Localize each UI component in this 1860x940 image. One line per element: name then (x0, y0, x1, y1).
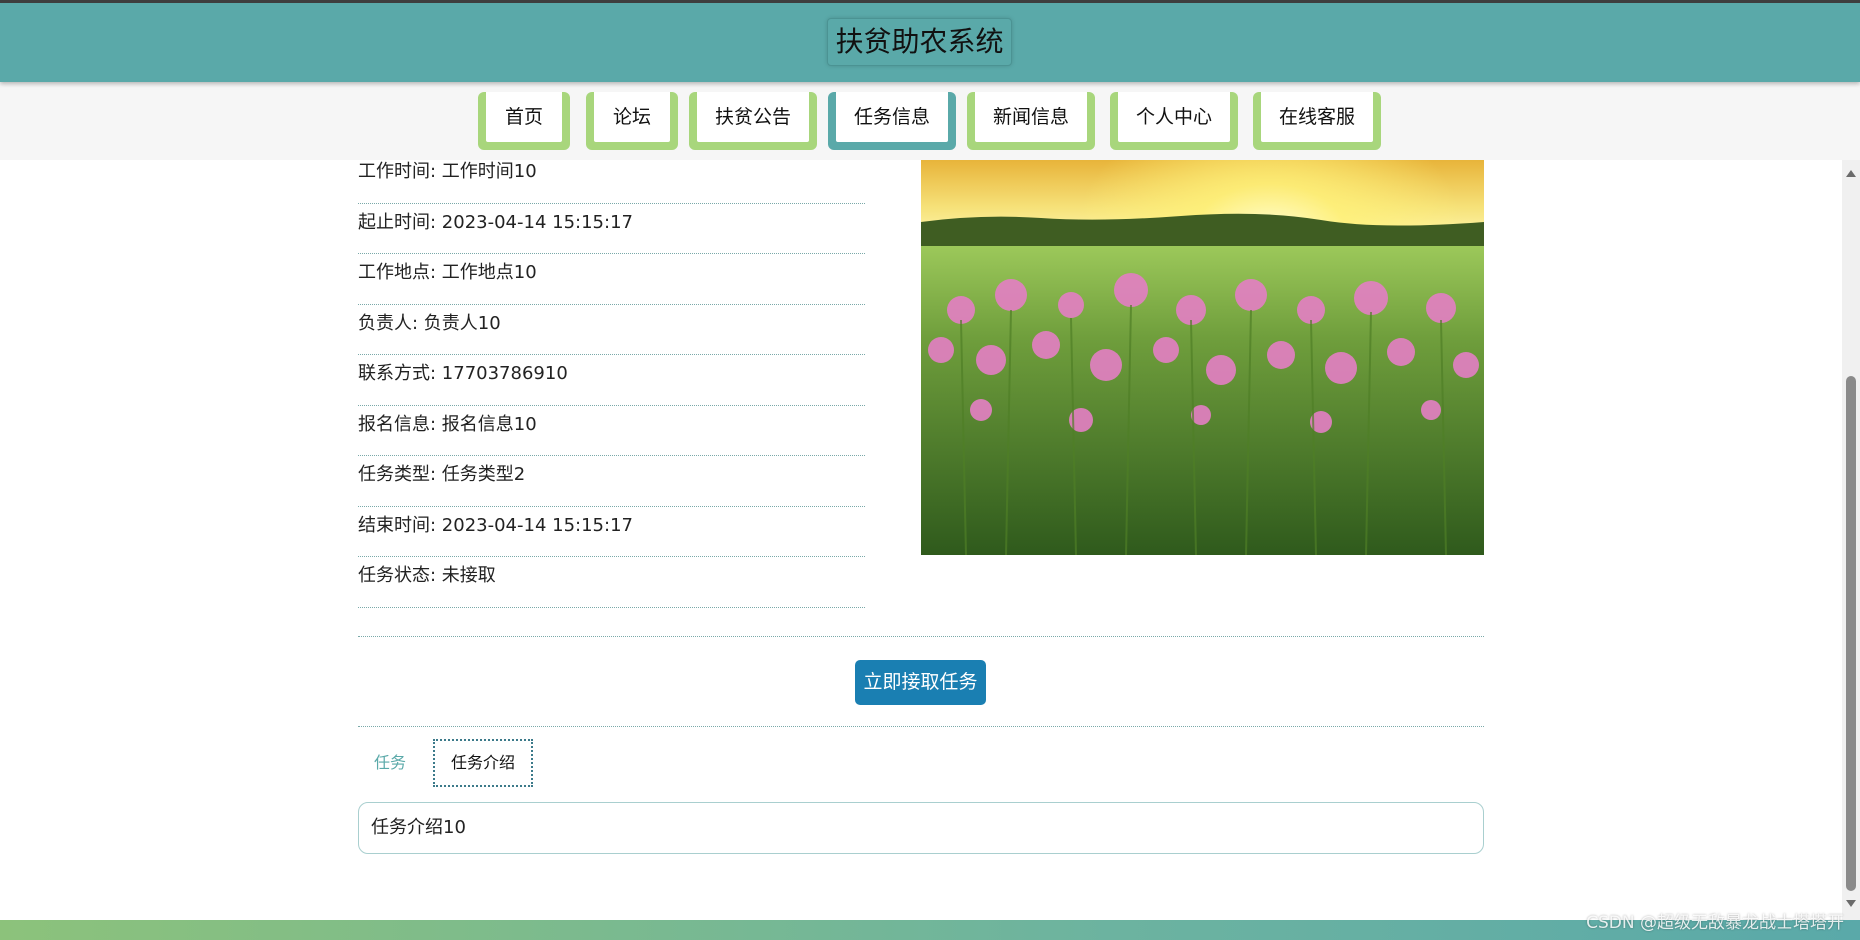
accept-task-button[interactable]: 立即接取任务 (855, 660, 986, 705)
nav-tab-label: 任务信息 (836, 92, 948, 142)
info-row-work-time: 工作时间: 工作时间10 (358, 153, 865, 204)
nav-tab-label: 新闻信息 (975, 92, 1087, 142)
nav-tab-label: 论坛 (594, 92, 670, 142)
nav-tab-label: 在线客服 (1261, 92, 1373, 142)
info-label: 联系方式 (358, 363, 430, 384)
section-divider (358, 726, 1484, 727)
info-label: 结束时间 (358, 514, 430, 536)
site-title: 扶贫助农系统 (827, 18, 1012, 66)
task-intro-content: 任务介绍10 (358, 802, 1484, 854)
nav-tab-home[interactable]: 首页 (478, 92, 570, 150)
info-row-contact: 联系方式: 17703786910 (358, 355, 865, 406)
nav-tab-announcements[interactable]: 扶贫公告 (689, 92, 817, 150)
nav-tab-profile[interactable]: 个人中心 (1110, 92, 1238, 150)
info-value: 任务类型2 (441, 464, 526, 485)
info-label: 负责人 (358, 312, 412, 334)
info-row-end-time: 结束时间: 2023-04-14 15:15:17 (358, 507, 865, 557)
info-label: 工作地点 (358, 262, 430, 283)
info-value: 工作时间10 (441, 161, 537, 182)
tab-task-intro[interactable]: 任务介绍 (433, 739, 533, 787)
nav-tab-label: 扶贫公告 (697, 92, 809, 142)
info-value: 2023-04-14 15:15:17 (441, 514, 633, 536)
info-value: 工作地点10 (441, 262, 537, 283)
info-label: 起止时间 (358, 211, 430, 233)
header-top-line (0, 0, 1860, 3)
info-row-location: 工作地点: 工作地点10 (358, 254, 865, 305)
site-header: 扶贫助农系统 (0, 0, 1860, 82)
tab-task[interactable]: 任务 (374, 748, 414, 778)
nav-tab-news[interactable]: 新闻信息 (967, 92, 1095, 150)
nav-tab-task-info[interactable]: 任务信息 (828, 92, 956, 150)
info-value: 负责人10 (423, 312, 501, 334)
main-nav: 首页 论坛 扶贫公告 任务信息 新闻信息 个人中心 在线客服 (0, 82, 1860, 160)
info-value: 报名信息10 (441, 413, 537, 435)
section-divider (358, 636, 1484, 637)
nav-tab-label: 个人中心 (1118, 92, 1230, 142)
info-label: 任务状态 (358, 565, 430, 586)
info-label: 工作时间 (358, 161, 430, 182)
flower-field-image (921, 160, 1484, 555)
task-info-list: 工作时间: 工作时间10 起止时间: 2023-04-14 15:15:17 工… (358, 153, 865, 608)
info-row-start-time: 起止时间: 2023-04-14 15:15:17 (358, 204, 865, 254)
info-row-task-type: 任务类型: 任务类型2 (358, 456, 865, 507)
nav-tab-forum[interactable]: 论坛 (586, 92, 678, 150)
task-image (921, 160, 1484, 555)
info-row-signup: 报名信息: 报名信息10 (358, 406, 865, 456)
info-label: 任务类型 (358, 464, 430, 485)
info-value: 未接取 (441, 565, 496, 586)
info-label: 报名信息 (358, 413, 430, 435)
info-value: 2023-04-14 15:15:17 (441, 211, 633, 233)
info-row-manager: 负责人: 负责人10 (358, 305, 865, 355)
info-value: 17703786910 (441, 363, 568, 384)
app-root: 工作时间: 工作时间10 起止时间: 2023-04-14 15:15:17 工… (0, 0, 1860, 940)
nav-tab-label: 首页 (486, 92, 562, 142)
nav-tab-support[interactable]: 在线客服 (1253, 92, 1381, 150)
info-row-status: 任务状态: 未接取 (358, 557, 865, 608)
